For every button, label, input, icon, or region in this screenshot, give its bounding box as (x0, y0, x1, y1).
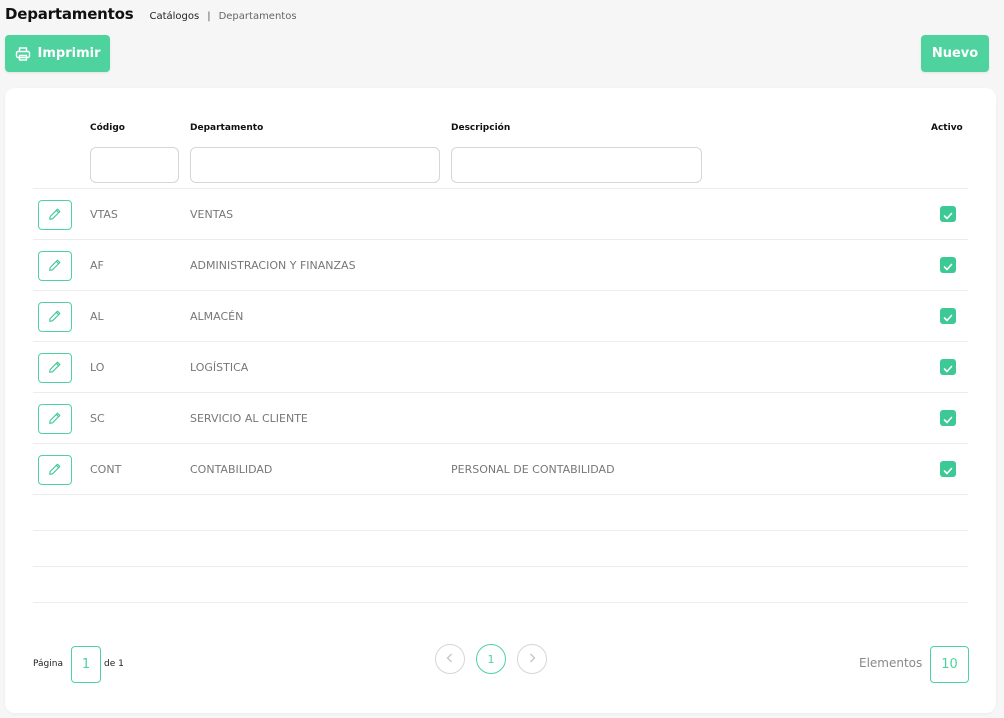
cell-code: VTAS (90, 208, 118, 221)
page-label: Página (33, 659, 63, 669)
cell-code: SC (90, 412, 105, 425)
filter-description-input[interactable] (451, 147, 702, 183)
edit-button[interactable] (38, 302, 72, 332)
table-row: CONT CONTABILIDAD PERSONAL DE CONTABILIDAD (33, 444, 968, 495)
table-row: AL ALMACÉN (33, 291, 968, 342)
page-title: Departamentos (5, 5, 134, 23)
filter-department-input[interactable] (190, 147, 440, 183)
column-header-active: Activo (931, 123, 963, 133)
chevron-left-icon (445, 652, 455, 667)
edit-button[interactable] (38, 404, 72, 434)
column-header-description: Descripción (451, 123, 511, 133)
active-checkbox[interactable] (940, 308, 956, 324)
pencil-icon (48, 359, 62, 378)
departments-table-card: Código Departamento Descripción Activo V… (5, 88, 996, 713)
table-row: SC SERVICIO AL CLIENTE (33, 393, 968, 444)
active-checkbox[interactable] (940, 461, 956, 477)
page-header: Departamentos Catálogos | Departamentos (5, 5, 297, 27)
pencil-icon (48, 206, 62, 225)
cell-department: ADMINISTRACION Y FINANZAS (190, 259, 356, 272)
page-total-label: de 1 (104, 659, 124, 669)
checkmark-icon (943, 358, 953, 377)
row-divider (33, 494, 968, 495)
breadcrumb-separator: | (207, 11, 211, 22)
checkmark-icon (943, 409, 953, 428)
pencil-icon (48, 257, 62, 276)
printer-icon (15, 46, 31, 62)
pencil-icon (48, 308, 62, 327)
checkmark-icon (943, 256, 953, 275)
new-button[interactable]: Nuevo (921, 35, 989, 72)
pencil-icon (48, 410, 62, 429)
row-divider (33, 530, 968, 531)
print-button-label: Imprimir (37, 46, 101, 61)
cell-department: LOGÍSTICA (190, 361, 249, 374)
checkmark-icon (943, 307, 953, 326)
chevron-right-icon (527, 652, 537, 667)
row-divider (33, 602, 968, 603)
column-header-code: Código (90, 123, 125, 133)
cell-code: LO (90, 361, 105, 374)
edit-button[interactable] (38, 353, 72, 383)
active-checkbox[interactable] (940, 359, 956, 375)
edit-button[interactable] (38, 455, 72, 485)
table-row: VTAS VENTAS (33, 189, 968, 240)
pencil-icon (48, 461, 62, 480)
edit-button[interactable] (38, 251, 72, 281)
elements-per-page-select[interactable]: 10 (930, 646, 969, 683)
page-1-button[interactable]: 1 (476, 644, 506, 674)
cell-department: ALMACÉN (190, 310, 244, 323)
breadcrumb: Catálogos | Departamentos (149, 11, 296, 22)
page-number-input[interactable]: 1 (71, 646, 101, 683)
row-divider (33, 566, 968, 567)
table-row: AF ADMINISTRACION Y FINANZAS (33, 240, 968, 291)
elements-label: Elementos (859, 656, 923, 670)
edit-button[interactable] (38, 200, 72, 230)
checkmark-icon (943, 205, 953, 224)
cell-code: AF (90, 259, 104, 272)
cell-department: SERVICIO AL CLIENTE (190, 412, 308, 425)
checkmark-icon (943, 460, 953, 479)
previous-page-button[interactable] (435, 644, 465, 674)
active-checkbox[interactable] (940, 206, 956, 222)
table-row: LO LOGÍSTICA (33, 342, 968, 393)
breadcrumb-current: Departamentos (218, 11, 297, 22)
cell-department: VENTAS (190, 208, 234, 221)
cell-code: AL (90, 310, 104, 323)
column-header-department: Departamento (190, 123, 264, 133)
cell-code: CONT (90, 463, 122, 476)
print-button[interactable]: Imprimir (5, 35, 110, 72)
cell-department: CONTABILIDAD (190, 463, 273, 476)
filter-code-input[interactable] (90, 147, 179, 183)
breadcrumb-catalogos[interactable]: Catálogos (149, 11, 199, 22)
active-checkbox[interactable] (940, 257, 956, 273)
next-page-button[interactable] (517, 644, 547, 674)
active-checkbox[interactable] (940, 410, 956, 426)
new-button-label: Nuevo (931, 46, 979, 61)
cell-description: PERSONAL DE CONTABILIDAD (451, 463, 615, 476)
